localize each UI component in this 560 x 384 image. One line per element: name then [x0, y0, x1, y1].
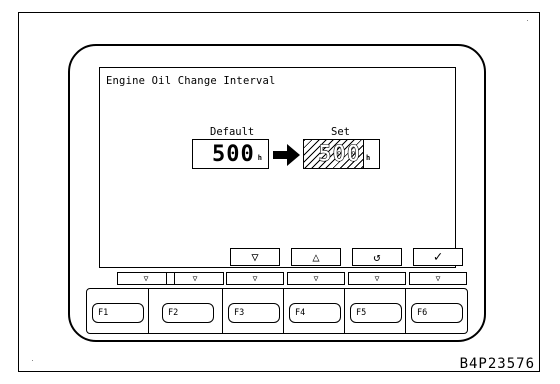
set-value-box[interactable]: 500 h [303, 139, 380, 169]
set-unit: h [366, 154, 371, 162]
check-icon: ✓ [433, 249, 443, 265]
speck [527, 20, 528, 21]
f2-key[interactable]: F2 [162, 303, 214, 323]
default-value-box: 500 h [192, 139, 269, 169]
confirm-button[interactable]: ✓ [413, 248, 463, 266]
default-unit: h [257, 154, 262, 162]
screen-title: Engine Oil Change Interval [106, 75, 276, 87]
arrow-right-icon [273, 144, 300, 166]
indicator-f3: ▽ [226, 272, 284, 285]
speck [32, 360, 33, 361]
f3-key[interactable]: F3 [228, 303, 280, 323]
return-icon: ↺ [373, 250, 381, 264]
return-button[interactable]: ↺ [352, 248, 402, 266]
default-value: 500 [212, 141, 255, 167]
display-screen [99, 67, 456, 268]
up-button[interactable]: △ [291, 248, 341, 266]
indicator-f4: ▽ [287, 272, 345, 285]
down-triangle-icon: ▽ [374, 274, 380, 283]
indicator-f5: ▽ [348, 272, 406, 285]
f5-key[interactable]: F5 [350, 303, 402, 323]
down-triangle-icon: ▽ [252, 274, 258, 283]
down-triangle-icon: ▽ [435, 274, 441, 283]
f1-key[interactable]: F1 [92, 303, 144, 323]
down-triangle-icon: ▽ [192, 274, 198, 283]
default-caption: Default [210, 126, 255, 138]
f6-key[interactable]: F6 [411, 303, 463, 323]
indicator-f6: ▽ [409, 272, 467, 285]
up-triangle-icon: △ [312, 250, 320, 264]
down-triangle-icon: ▽ [251, 250, 259, 264]
set-caption: Set [331, 126, 350, 138]
down-triangle-icon: ▽ [313, 274, 319, 283]
indicator-f2: ▽ [166, 272, 224, 285]
f4-key[interactable]: F4 [289, 303, 341, 323]
set-value-field[interactable]: 500 [304, 140, 364, 168]
down-button[interactable]: ▽ [230, 248, 280, 266]
figure-code: B4P23576 [459, 356, 535, 372]
set-value: 500 [318, 141, 361, 167]
down-triangle-icon: ▽ [143, 274, 149, 283]
